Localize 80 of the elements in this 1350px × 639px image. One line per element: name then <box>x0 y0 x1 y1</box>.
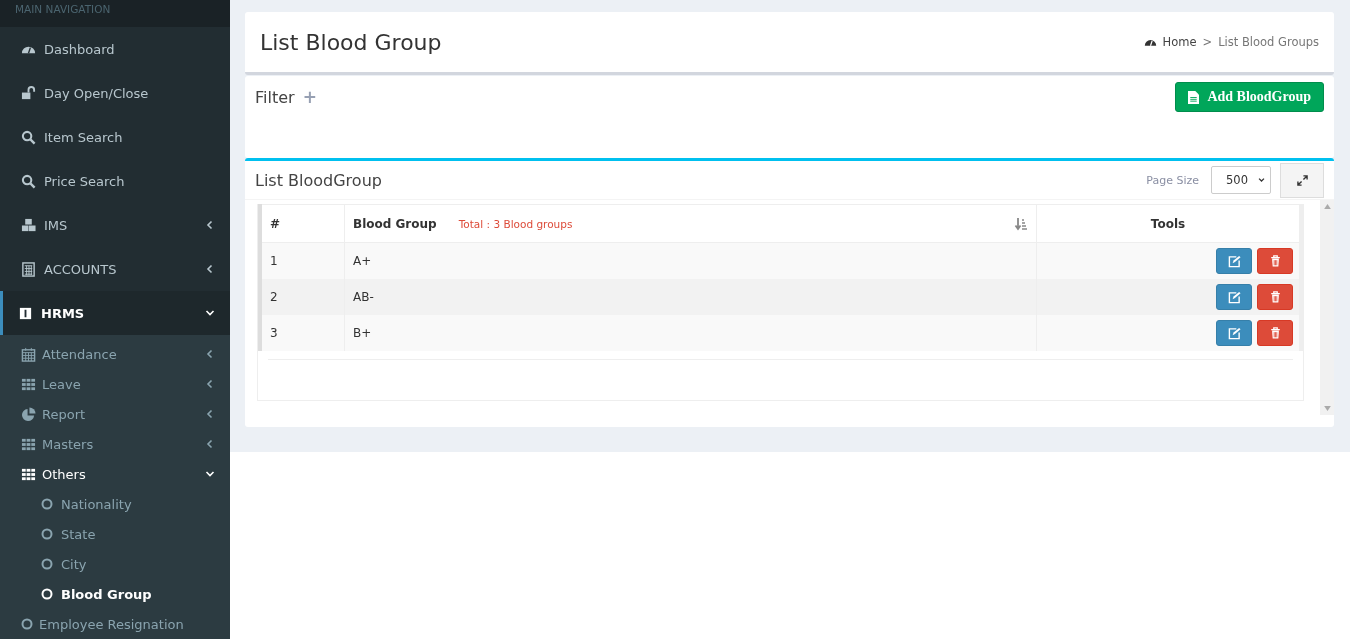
edit-button[interactable] <box>1216 320 1253 346</box>
grid-icon <box>21 436 36 452</box>
table-cell: A+ <box>344 242 1037 279</box>
delete-button[interactable] <box>1257 320 1293 346</box>
sidebar-subitem[interactable]: Nationality <box>0 489 230 519</box>
unlock-icon <box>21 85 36 101</box>
id-card-icon <box>18 305 33 321</box>
page-size-select[interactable]: 500 <box>1211 166 1271 194</box>
sidebar-subitem[interactable]: Report <box>0 399 230 429</box>
sidebar-item[interactable]: Item Search <box>0 115 230 159</box>
sidebar-subitem[interactable]: Attendance <box>0 339 230 369</box>
sidebar-item[interactable]: ACCOUNTS <box>0 247 230 291</box>
grid-icon <box>21 376 36 392</box>
trash-icon <box>1269 255 1281 267</box>
chevron-left-icon <box>205 349 215 359</box>
pie-chart-icon <box>21 406 36 422</box>
total-count: Total : 3 Blood groups <box>458 217 573 230</box>
table-cell: 2 <box>260 279 345 315</box>
page-size-label: Page Size <box>1146 173 1199 187</box>
column-header: Blood Group <box>353 216 437 231</box>
breadcrumb-separator: > <box>1202 35 1213 49</box>
trash-icon <box>1269 327 1281 339</box>
delete-button[interactable] <box>1257 284 1293 310</box>
sidebar-item[interactable]: Day Open/Close <box>0 71 230 115</box>
sidebar-item[interactable]: HRMS <box>0 291 230 335</box>
scroll-up-icon[interactable] <box>1323 204 1331 209</box>
table-cell: AB- <box>344 279 1037 315</box>
document-icon <box>1188 90 1200 104</box>
sidebar-item[interactable]: Price Search <box>0 159 230 203</box>
table-cell: B+ <box>344 315 1037 351</box>
filter-title: Filter <box>255 87 295 107</box>
sidebar-subitem[interactable]: Employee Resignation <box>0 609 230 639</box>
table-cell: 1 <box>260 242 345 279</box>
chevron-left-icon <box>205 409 215 419</box>
grid-icon <box>21 466 36 482</box>
panel-title: List BloodGroup <box>255 170 382 190</box>
edit-icon <box>1227 290 1241 304</box>
search-icon <box>21 173 36 189</box>
delete-button[interactable] <box>1257 248 1293 274</box>
chevron-left-icon <box>205 264 215 274</box>
table-cell: 3 <box>260 315 345 351</box>
sidebar-subitem[interactable]: City <box>0 549 230 579</box>
sidebar-item[interactable]: Dashboard <box>0 27 230 71</box>
breadcrumb-link[interactable]: Home <box>1162 35 1197 49</box>
circle-icon <box>21 618 33 630</box>
sidebar-subitem[interactable]: Masters <box>0 429 230 459</box>
caret-icon <box>1257 175 1265 185</box>
edit-icon <box>1227 326 1241 340</box>
circle-icon <box>41 498 53 510</box>
page-title: List Blood Group <box>260 29 442 55</box>
edit-button[interactable] <box>1216 248 1253 274</box>
sort-icon[interactable] <box>1014 216 1028 231</box>
circle-icon <box>41 558 53 570</box>
expand-arrows-icon <box>1296 174 1308 186</box>
chevron-down-icon <box>205 469 215 479</box>
edit-icon <box>1227 254 1241 268</box>
circle-icon <box>41 528 53 540</box>
cubes-icon <box>21 217 36 233</box>
column-header: # <box>260 204 345 243</box>
scrollbar[interactable] <box>1320 200 1334 415</box>
edit-button[interactable] <box>1216 284 1253 310</box>
circle-icon <box>41 588 53 600</box>
breadcrumb-current: List Blood Groups <box>1218 35 1319 49</box>
sidebar-subitem[interactable]: Leave <box>0 369 230 399</box>
search-icon <box>21 129 36 145</box>
sidebar-subitem[interactable]: State <box>0 519 230 549</box>
chevron-left-icon <box>205 379 215 389</box>
sidebar-subitem[interactable]: Blood Group <box>0 579 230 609</box>
scroll-down-icon[interactable] <box>1323 406 1331 411</box>
chevron-down-icon <box>205 308 215 318</box>
column-header: Tools <box>1036 204 1301 243</box>
sidebar-header: MAIN NAVIGATION <box>0 0 230 27</box>
chevron-left-icon <box>205 220 215 230</box>
trash-icon <box>1269 291 1281 303</box>
chevron-left-icon <box>205 439 215 449</box>
fullscreen-button[interactable] <box>1280 162 1324 198</box>
sidebar-subitem[interactable]: Others <box>0 459 230 489</box>
calendar-icon <box>21 346 36 362</box>
calculator-icon <box>21 261 36 277</box>
sidebar-item[interactable]: IMS <box>0 203 230 247</box>
